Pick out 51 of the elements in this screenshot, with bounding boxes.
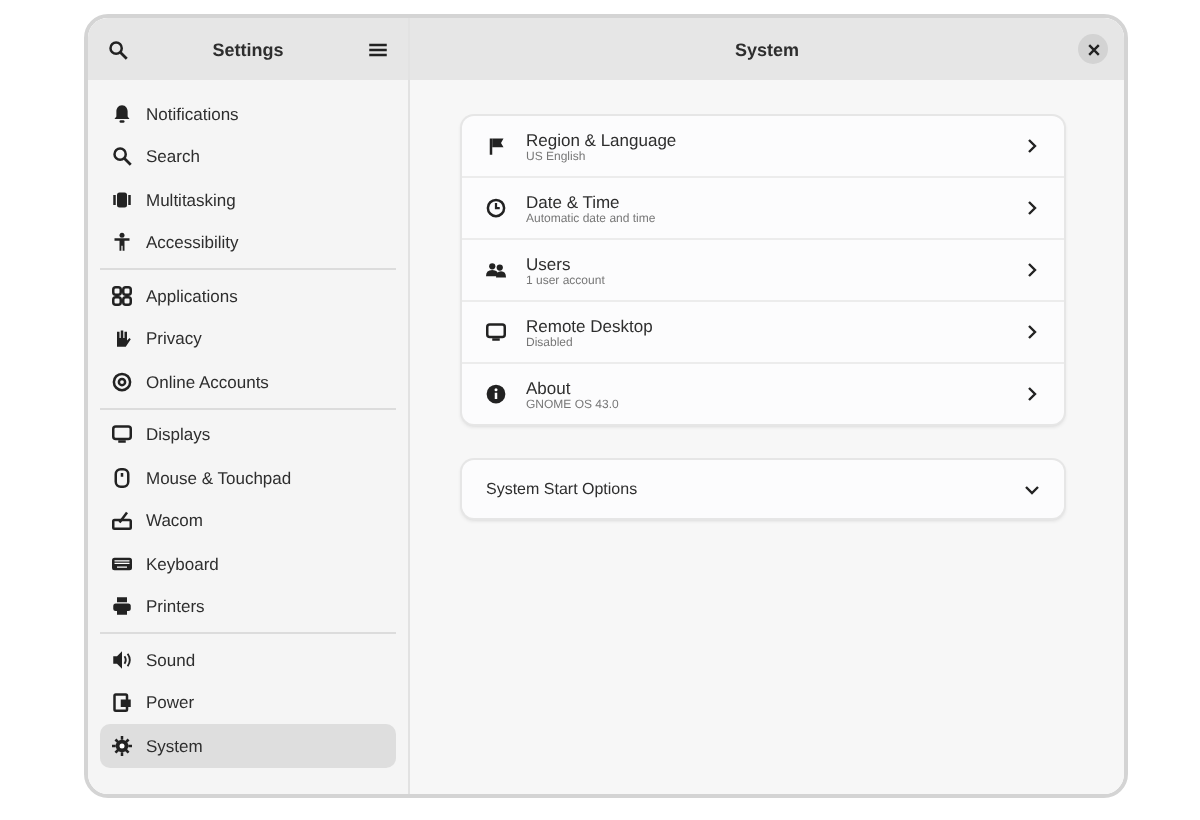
windows-icon	[112, 189, 132, 210]
row-title: Users	[526, 253, 573, 273]
mouse-icon	[112, 467, 132, 488]
bell-icon	[112, 103, 132, 124]
sidebar-item[interactable]: Accessibility	[100, 221, 396, 264]
hand-icon	[112, 328, 132, 349]
keyboard-icon	[112, 553, 132, 574]
tablet-icon	[112, 510, 132, 531]
speaker-icon	[112, 649, 132, 670]
person-icon	[112, 232, 132, 253]
chevron-icon	[1024, 262, 1040, 278]
chevron-icon	[1024, 138, 1040, 154]
row-title: About	[526, 377, 573, 397]
search-icon	[112, 146, 132, 167]
close-icon	[1087, 43, 1099, 55]
chevron-icon	[1024, 200, 1040, 216]
row-title: Date & Time	[526, 191, 622, 211]
chevron-icon	[1024, 386, 1040, 402]
monitor-icon	[486, 322, 506, 342]
clock-icon	[486, 198, 506, 218]
sidebar-item[interactable]: Sound	[100, 638, 396, 681]
search-icon	[108, 39, 128, 59]
sidebar-item[interactable]: Search	[100, 135, 396, 178]
sidebar-item[interactable]: Wacom	[100, 499, 396, 542]
sidebar-item[interactable]: Online Accounts	[100, 360, 396, 403]
sidebar-title: Settings	[212, 39, 284, 59]
monitor-icon	[112, 424, 132, 445]
sidebar-item[interactable]: Power	[100, 681, 396, 724]
row-title: Remote Desktop	[526, 315, 655, 335]
row-title: Region & Language	[526, 129, 679, 149]
printer-icon	[112, 596, 132, 617]
chevron-icon	[1024, 481, 1040, 497]
people-icon	[486, 260, 506, 280]
sidebar-item[interactable]: Multitasking	[100, 178, 396, 221]
page-title: System	[734, 39, 800, 59]
menu-icon	[367, 39, 388, 59]
gear-icon	[112, 735, 132, 756]
sidebar-item[interactable]: Keyboard	[100, 542, 396, 585]
expander-row[interactable]: System Start Options	[462, 460, 1064, 518]
info-icon	[486, 384, 506, 404]
sidebar-item[interactable]: Displays	[100, 413, 396, 456]
flag-icon	[486, 136, 506, 156]
sidebar-item[interactable]: Applications	[100, 274, 396, 317]
chevron-icon	[1024, 324, 1040, 340]
sidebar-item[interactable]: Mouse & Touchpad	[100, 456, 396, 499]
sidebar-item[interactable]: Notifications	[100, 92, 396, 135]
sidebar-item[interactable]: System	[100, 724, 396, 767]
sidebar-item[interactable]: Privacy	[100, 317, 396, 360]
sidebar-item[interactable]: Printers	[100, 585, 396, 628]
grid-icon	[112, 285, 132, 306]
close-button[interactable]	[1078, 34, 1108, 64]
